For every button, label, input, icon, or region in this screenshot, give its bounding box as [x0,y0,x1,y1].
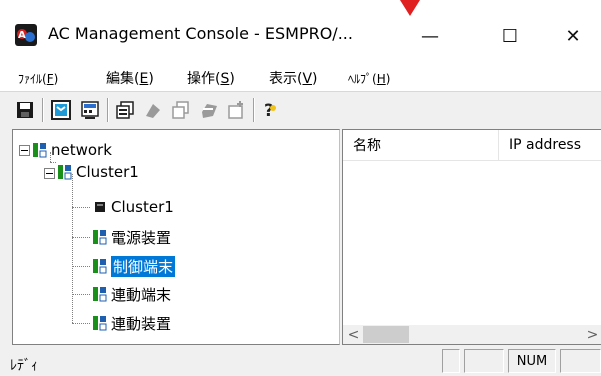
toolbar: ? [0,91,601,129]
tree-node-label: 連動装置 [111,314,172,333]
column-header-name[interactable]: 名称 [343,130,499,160]
scroll-left-icon[interactable]: < [345,326,362,343]
menu-help[interactable]: ﾍﾙﾌﾟ(H) [348,70,390,87]
status-panel [464,349,504,373]
help-icon[interactable]: ? [259,99,281,121]
tree-node-label: Cluster1 [76,163,139,181]
menu-view-tail: ) [312,71,318,87]
tree-line [72,237,90,239]
tree-line [50,162,56,164]
scrollbar-thumb[interactable] [363,326,409,343]
device-view-icon[interactable] [79,99,101,121]
menu-edit-key: E [139,71,149,87]
tree-node-network[interactable]: network [32,139,112,161]
app-logo-icon: A [15,24,37,46]
column-header-ip-address[interactable]: IP address [499,130,601,160]
tree-node-cluster-group[interactable]: Cluster1 [57,161,139,183]
menu-file-tail: ) [53,72,59,86]
server-node-icon [95,202,105,212]
menu-operation-label: 操作( [187,71,221,87]
power-off-icon[interactable] [170,99,192,121]
title-bar[interactable]: A AC Management Console - ESMPRO/... — ☐… [0,0,601,63]
menu-file[interactable]: ﾌｧｲﾙ(F) [18,70,58,87]
menu-file-label: ﾌｧｲﾙ( [18,72,47,86]
tree-node-cluster-server[interactable]: Cluster1 [92,196,174,218]
menu-help-tail: ) [385,72,391,86]
minimize-button[interactable]: — [407,14,453,58]
status-panel [442,349,460,373]
properties-icon[interactable] [114,99,136,121]
tree-line [72,323,90,325]
toolbar-separator [107,98,108,122]
tree-line [72,207,90,209]
svg-text:A: A [18,30,26,41]
tree-node-label: 電源装置 [111,228,172,247]
menu-edit-label: 編集( [106,71,140,87]
horizontal-scrollbar[interactable]: < > [343,325,601,344]
tree-line [72,266,90,268]
list-view[interactable]: 名称 IP address < > [342,129,601,345]
restart-icon[interactable] [198,99,220,121]
window-title: AC Management Console - ESMPRO/... [48,24,353,43]
expand-toggle-cluster[interactable] [44,168,55,179]
tree-node-power-unit[interactable]: 電源装置 [92,226,171,248]
menu-edit[interactable]: 編集(E) [106,68,154,88]
toolbar-separator [42,98,43,122]
tree-node-control-terminal[interactable]: 制御端末 [92,255,176,277]
device-node-icon [93,230,107,245]
menu-help-label: ﾍﾙﾌﾟ( [348,72,377,86]
menu-operation-tail: ) [229,71,235,87]
menu-operation[interactable]: 操作(S) [187,68,235,88]
tree-node-label: 連動端末 [111,285,172,304]
tree-view[interactable]: network Cluster1 Cluster1 電源装置 制御端末 連動端末… [12,129,340,345]
network-view-icon[interactable] [50,99,72,121]
menu-view-key: V [302,71,313,87]
tree-node-label: Cluster1 [111,198,174,216]
status-text: ﾚﾃﾞｨ [10,358,38,374]
save-icon[interactable] [14,99,36,121]
tree-line [72,174,74,323]
tree-node-linked-terminal[interactable]: 連動端末 [92,283,171,305]
toolbar-separator [253,98,254,122]
device-node-icon [93,316,107,331]
status-panel [560,349,601,373]
device-node-icon [93,259,107,274]
tree-node-label-selected: 制御端末 [111,255,176,277]
close-button[interactable]: ✕ [550,14,596,58]
app-window: A AC Management Console - ESMPRO/... — ☐… [0,0,601,376]
menu-view-label: 表示( [269,71,303,87]
list-header: 名称 IP address [343,130,601,161]
status-bar: ﾚﾃﾞｨ NUM [0,346,601,376]
tree-node-linked-device[interactable]: 連動装置 [92,312,171,334]
status-num-indicator: NUM [508,349,556,373]
scroll-right-icon[interactable]: > [584,326,601,343]
maximize-button[interactable]: ☐ [487,14,533,58]
power-on-icon[interactable] [142,99,164,121]
menu-edit-tail: ) [148,71,154,87]
tree-node-label: network [51,141,112,159]
device-node-icon [93,287,107,302]
network-node-icon [33,143,47,158]
menu-view[interactable]: 表示(V) [269,68,318,88]
menu-file-key: F [46,72,54,86]
expand-toggle-network[interactable] [19,145,30,156]
add-icon[interactable] [225,99,247,121]
tree-line [72,294,90,296]
menu-help-key: H [376,72,386,86]
menu-bar: ﾌｧｲﾙ(F) 編集(E) 操作(S) 表示(V) ﾍﾙﾌﾟ(H) [0,63,601,91]
cluster-node-icon [58,165,72,180]
